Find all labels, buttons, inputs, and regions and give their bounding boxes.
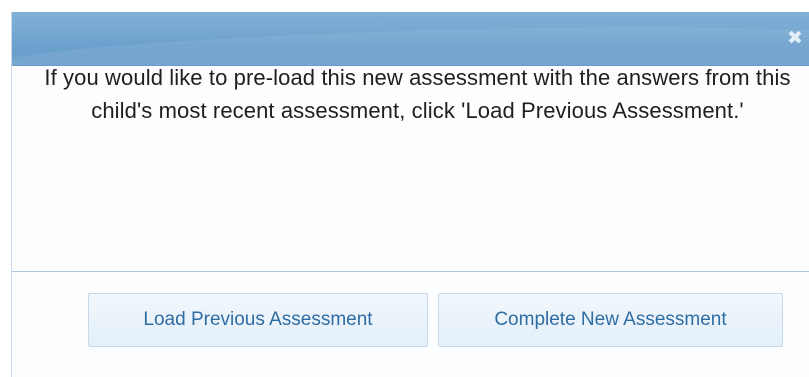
load-previous-assessment-button[interactable]: Load Previous Assessment xyxy=(88,293,428,347)
complete-new-assessment-button[interactable]: Complete New Assessment xyxy=(438,293,783,347)
dialog-button-divider xyxy=(12,271,809,272)
assessment-dialog: ✖ If you would like to pre-load this new… xyxy=(11,12,809,377)
titlebar-sheen xyxy=(12,18,809,65)
dialog-message: If you would like to pre-load this new a… xyxy=(44,65,791,123)
dialog-titlebar[interactable]: ✖ xyxy=(12,12,809,66)
close-icon[interactable]: ✖ xyxy=(783,26,807,50)
